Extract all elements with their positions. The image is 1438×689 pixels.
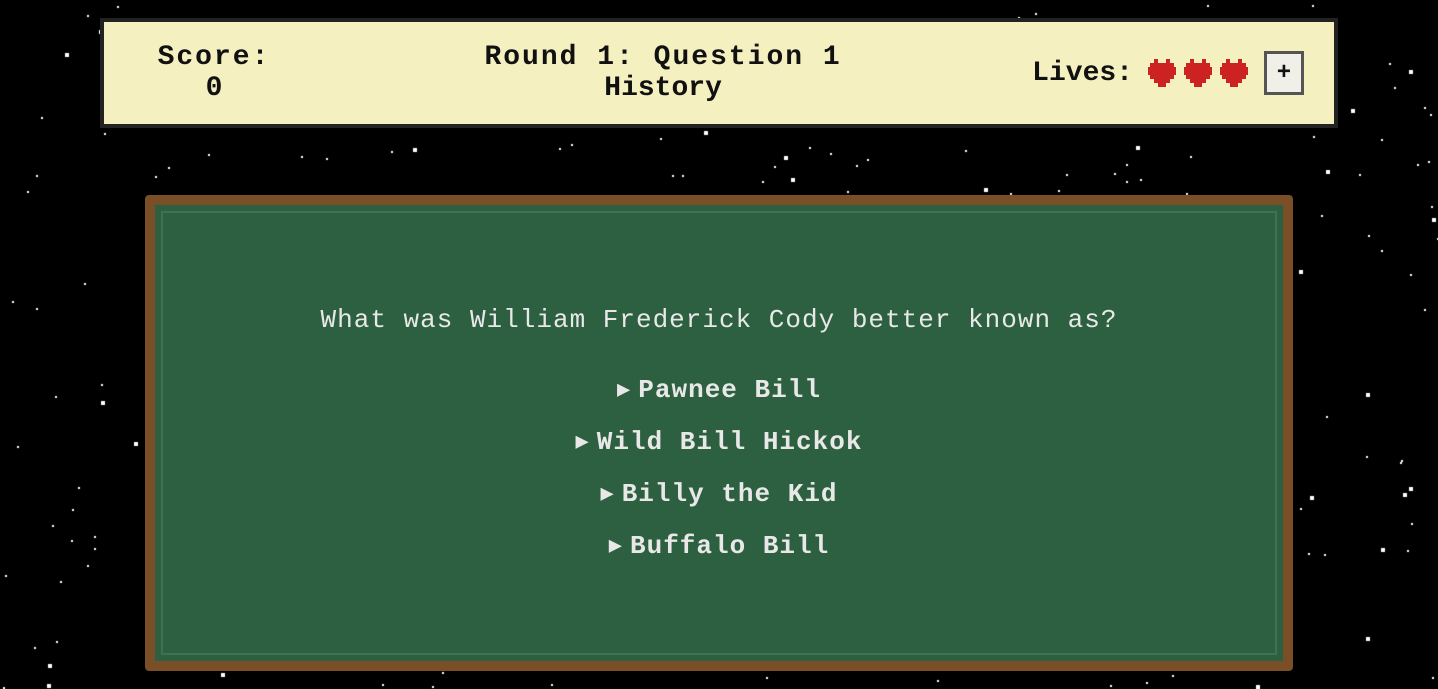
chalkboard: What was William Frederick Cody better k…: [145, 195, 1293, 671]
answer-option-2[interactable]: ▶ Wild Bill Hickok: [369, 427, 1069, 457]
answer-option-1[interactable]: ▶ Pawnee Bill: [369, 375, 1069, 405]
heart-2: [1182, 59, 1214, 87]
header-bar: Score: 0 Round 1: Question 1 History Liv…: [100, 18, 1338, 128]
heart-1: [1146, 59, 1178, 87]
round-category: History: [604, 73, 722, 104]
answer-text-3: Billy the Kid: [622, 479, 838, 509]
answer-arrow-2: ▶: [576, 429, 589, 455]
round-title: Round 1: Question 1: [484, 42, 841, 73]
lives-label: Lives:: [1032, 58, 1133, 89]
answer-arrow-4: ▶: [609, 533, 622, 559]
answer-text-4: Buffalo Bill: [630, 531, 829, 561]
question-text: What was William Frederick Cody better k…: [321, 305, 1118, 335]
round-section: Round 1: Question 1 History: [484, 42, 841, 104]
score-label: Score:: [158, 42, 271, 73]
answers-container: ▶ Pawnee Bill ▶ Wild Bill Hickok ▶ Billy…: [369, 375, 1069, 561]
answer-arrow-1: ▶: [617, 377, 630, 403]
score-section: Score: 0: [134, 42, 294, 104]
lives-section: Lives:: [1032, 51, 1304, 95]
answer-arrow-3: ▶: [600, 481, 613, 507]
add-life-button[interactable]: +: [1264, 51, 1304, 95]
answer-text-1: Pawnee Bill: [638, 375, 821, 405]
answer-option-3[interactable]: ▶ Billy the Kid: [369, 479, 1069, 509]
answer-option-4[interactable]: ▶ Buffalo Bill: [369, 531, 1069, 561]
answer-text-2: Wild Bill Hickok: [597, 427, 863, 457]
heart-3: [1218, 59, 1250, 87]
score-value: 0: [206, 73, 223, 104]
hearts-container: [1146, 59, 1250, 87]
